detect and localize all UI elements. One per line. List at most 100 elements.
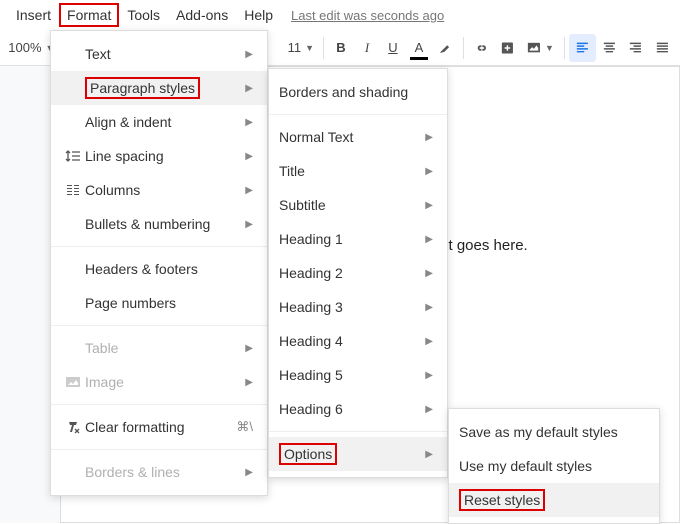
align-center-button[interactable] <box>596 34 623 62</box>
menu-item-label: Headers & footers <box>85 261 253 277</box>
menu-item-heading-2[interactable]: Heading 2▶ <box>269 256 447 290</box>
menu-item-label: Subtitle <box>279 197 425 213</box>
menu-item-normal-text[interactable]: Normal Text▶ <box>269 120 447 154</box>
menu-item-clear-formatting[interactable]: Clear formatting ⌘\ <box>51 410 267 444</box>
menu-item-save-default-styles[interactable]: Save as my default styles <box>449 415 659 449</box>
submenu-arrow-icon: ▶ <box>245 151 253 162</box>
menu-item-label: Heading 2 <box>279 265 425 281</box>
menu-help[interactable]: Help <box>236 3 281 27</box>
submenu-arrow-icon: ▶ <box>425 336 433 347</box>
divider <box>323 37 324 59</box>
font-size-value: 11 <box>288 40 302 55</box>
menu-item-page-numbers[interactable]: Page numbers <box>51 286 267 320</box>
menu-item-align-indent[interactable]: Align & indent▶ <box>51 105 267 139</box>
menu-item-label: Page numbers <box>85 295 253 311</box>
menu-item-headers-footers[interactable]: Headers & footers <box>51 252 267 286</box>
divider <box>463 37 464 59</box>
menu-item-borders-shading[interactable]: Borders and shading <box>269 75 447 109</box>
menu-item-bullets-numbering[interactable]: Bullets & numbering▶ <box>51 207 267 241</box>
menubar: Insert Format Tools Add-ons Help Last ed… <box>0 0 680 30</box>
menu-item-label: Align & indent <box>85 114 245 130</box>
menu-item-heading-3[interactable]: Heading 3▶ <box>269 290 447 324</box>
menu-item-label: Text <box>85 46 245 62</box>
menu-separator <box>51 246 267 247</box>
menu-item-label: Normal Text <box>279 129 425 145</box>
clear-formatting-icon <box>61 419 85 435</box>
menu-item-label: Borders & lines <box>85 464 245 480</box>
menu-separator <box>269 431 447 432</box>
align-right-button[interactable] <box>622 34 649 62</box>
image-icon <box>527 40 541 56</box>
align-justify-button[interactable] <box>649 34 676 62</box>
menu-item-text[interactable]: Text▶ <box>51 37 267 71</box>
menu-item-label: Heading 4 <box>279 333 425 349</box>
options-menu: Save as my default styles Use my default… <box>448 408 660 524</box>
menu-item-line-spacing[interactable]: Line spacing▶ <box>51 139 267 173</box>
submenu-arrow-icon: ▶ <box>425 370 433 381</box>
menu-item-options[interactable]: Options ▶ <box>269 437 447 471</box>
insert-image-button[interactable]: ▼ <box>521 34 560 62</box>
menu-item-paragraph-styles[interactable]: Paragraph styles ▶ <box>51 71 267 105</box>
menu-item-image: Image▶ <box>51 365 267 399</box>
menu-tools[interactable]: Tools <box>119 3 168 27</box>
menu-item-heading-4[interactable]: Heading 4▶ <box>269 324 447 358</box>
menu-item-label: Options <box>279 446 425 462</box>
align-right-icon <box>628 40 643 56</box>
add-comment-button[interactable] <box>494 34 521 62</box>
menu-item-title[interactable]: Title▶ <box>269 154 447 188</box>
comment-plus-icon <box>500 40 515 56</box>
menu-item-label: Heading 6 <box>279 401 425 417</box>
menu-item-table: Table▶ <box>51 331 267 365</box>
menu-item-heading-6[interactable]: Heading 6▶ <box>269 392 447 426</box>
align-left-button[interactable] <box>569 34 596 62</box>
menu-item-heading-5[interactable]: Heading 5▶ <box>269 358 447 392</box>
menu-item-label: Clear formatting <box>85 419 236 435</box>
menu-insert[interactable]: Insert <box>8 3 59 27</box>
font-size-dropdown[interactable]: 11 ▼ <box>283 34 319 62</box>
highlighter-icon <box>438 40 453 56</box>
menu-item-label: Borders and shading <box>279 84 433 100</box>
divider <box>564 37 565 59</box>
menu-item-heading-1[interactable]: Heading 1▶ <box>269 222 447 256</box>
menu-item-label: Paragraph styles <box>85 80 245 96</box>
columns-icon <box>61 182 85 198</box>
bold-button[interactable]: B <box>328 34 354 62</box>
text-color-button[interactable]: A <box>406 34 432 62</box>
menu-item-label: Use my default styles <box>459 458 645 474</box>
submenu-arrow-icon: ▶ <box>425 404 433 415</box>
submenu-arrow-icon: ▶ <box>425 234 433 245</box>
submenu-arrow-icon: ▶ <box>425 132 433 143</box>
menu-item-label: Line spacing <box>85 148 245 164</box>
document-body-text: xt goes here. <box>441 237 528 254</box>
line-spacing-icon <box>61 148 85 164</box>
italic-button[interactable]: I <box>354 34 380 62</box>
menu-item-reset-styles[interactable]: Reset styles <box>449 483 659 517</box>
menu-item-label: Title <box>279 163 425 179</box>
align-justify-icon <box>655 40 670 56</box>
submenu-arrow-icon: ▶ <box>425 166 433 177</box>
submenu-arrow-icon: ▶ <box>245 343 253 354</box>
highlight-button[interactable] <box>432 34 459 62</box>
menu-item-label: Image <box>85 374 245 390</box>
menu-shortcut: ⌘\ <box>236 419 253 435</box>
menu-item-subtitle[interactable]: Subtitle▶ <box>269 188 447 222</box>
menu-item-borders-lines: Borders & lines▶ <box>51 455 267 489</box>
menu-item-use-default-styles[interactable]: Use my default styles <box>449 449 659 483</box>
submenu-arrow-icon: ▶ <box>425 449 433 460</box>
submenu-arrow-icon: ▶ <box>245 49 253 60</box>
insert-link-button[interactable] <box>468 34 495 62</box>
menu-separator <box>51 404 267 405</box>
menu-item-label: Save as my default styles <box>459 424 645 440</box>
paragraph-styles-menu: Borders and shading Normal Text▶ Title▶ … <box>268 68 448 478</box>
menu-separator <box>269 114 447 115</box>
menu-addons[interactable]: Add-ons <box>168 3 236 27</box>
submenu-arrow-icon: ▶ <box>425 268 433 279</box>
menu-format[interactable]: Format <box>59 3 119 27</box>
last-edit-link[interactable]: Last edit was seconds ago <box>291 8 444 23</box>
submenu-arrow-icon: ▶ <box>245 467 253 478</box>
menu-item-label: Reset styles <box>459 492 645 508</box>
submenu-arrow-icon: ▶ <box>425 200 433 211</box>
menu-item-columns[interactable]: Columns▶ <box>51 173 267 207</box>
menu-separator <box>51 449 267 450</box>
underline-button[interactable]: U <box>380 34 406 62</box>
